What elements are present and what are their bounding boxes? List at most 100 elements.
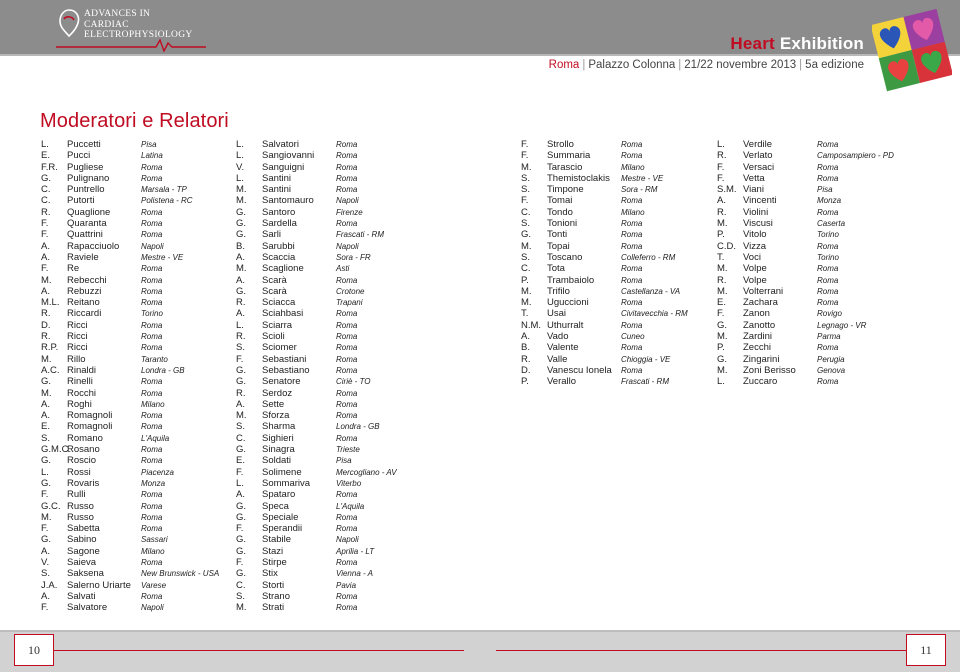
surname: Rulli [67,489,86,501]
page-number-right: 11 [906,634,946,666]
initials: G. [41,455,52,467]
surname: Pulignano [67,172,110,184]
city: Roma [621,219,643,229]
initials: M. [717,263,728,275]
initials: V. [41,556,50,568]
initials: M. [236,195,247,207]
surname: Scaccia [262,251,296,263]
initials: F. [236,353,244,365]
surname: Zanon [743,308,770,320]
surname: Salerno Uriarte [67,579,131,591]
city: Roma [336,524,358,534]
surname: Tarascio [547,161,583,173]
initials: L. [41,466,49,478]
city: Civitavecchia - RM [621,309,688,319]
surname: Rocchi [67,387,97,399]
city: Roma [336,162,358,172]
initials: A. [236,308,245,320]
initials: R. [521,353,531,365]
city: Napoli [141,603,164,613]
initials: M. [41,511,52,523]
initials: F. [41,523,49,535]
initials: M.L. [41,297,60,309]
initials: L. [236,172,244,184]
city: Roma [336,332,358,342]
surname: Valente [547,342,579,354]
initials: E. [236,455,245,467]
city: Roma [141,162,163,172]
surname: Viscusi [743,218,773,230]
city: Roma [817,275,839,285]
city: Roma [336,365,358,375]
initials: G. [236,511,247,523]
initials: A. [717,195,726,207]
initials: M. [41,274,52,286]
surname: Uguccioni [547,297,589,309]
initials: G. [236,444,247,456]
initials: E. [717,297,726,309]
surname: Sabino [67,534,97,546]
surname: Strollo [547,139,574,150]
initials: R. [717,206,727,218]
initials: A. [41,240,50,252]
initials: G. [236,364,247,376]
city: Londra - GB [141,365,185,375]
surname: Volpe [743,263,767,275]
initials: F. [717,172,725,184]
page-number-left: 10 [14,634,54,666]
surname: Vitolo [743,229,767,241]
city: Asti [336,264,350,274]
initials: M. [521,240,532,252]
initials: A. [521,331,530,343]
city: Roma [336,151,358,161]
city: Roma [336,512,358,522]
surname: Strati [262,602,285,614]
initials: J.A. [41,579,58,591]
surname: Sardella [262,218,297,230]
city: Roma [141,591,163,601]
initials: R. [717,274,727,286]
surname: Spataro [262,489,296,501]
surname: Zardini [743,331,773,343]
city: Roma [817,286,839,296]
surname: Puntrello [67,184,105,196]
surname: Quaglione [67,206,111,218]
city: Roma [141,332,163,342]
initials: G. [236,285,247,297]
city: Roma [141,264,163,274]
surname: Sebastiano [262,364,310,376]
city: L'Aquila [336,501,365,511]
city: Sora - RM [621,185,658,195]
city: Sora - FR [336,252,371,262]
surname: Sette [262,398,285,410]
initials: S. [41,432,50,444]
city: Camposampiero - PD [817,151,894,161]
initials: T. [717,251,725,263]
initials: D. [41,319,51,331]
surname: Santoro [262,206,296,218]
city: Roma [621,140,643,149]
initials: G. [521,229,532,241]
city: Pisa [141,140,157,149]
surname: Senatore [262,376,301,388]
city: Roma [141,501,163,511]
surname: Rapacciuolo [67,240,120,252]
surname: Sciacca [262,297,296,309]
surname: Volterrani [743,285,784,297]
surname: Rosano [67,444,100,456]
initials: L. [236,139,244,150]
city: Roma [817,298,839,308]
city: Roma [336,354,358,364]
city: Roma [621,264,643,274]
surname: Stix [262,568,278,580]
surname: Sciarra [262,319,293,331]
city: Milano [621,207,645,217]
city: Monza [141,478,166,488]
city: Roma [141,411,163,421]
initials: M. [521,161,532,173]
city: Roma [621,151,643,161]
initials: F. [236,556,244,568]
city: Taranto [141,354,168,364]
city: Roma [141,388,163,398]
initials: R.P. [41,342,59,354]
